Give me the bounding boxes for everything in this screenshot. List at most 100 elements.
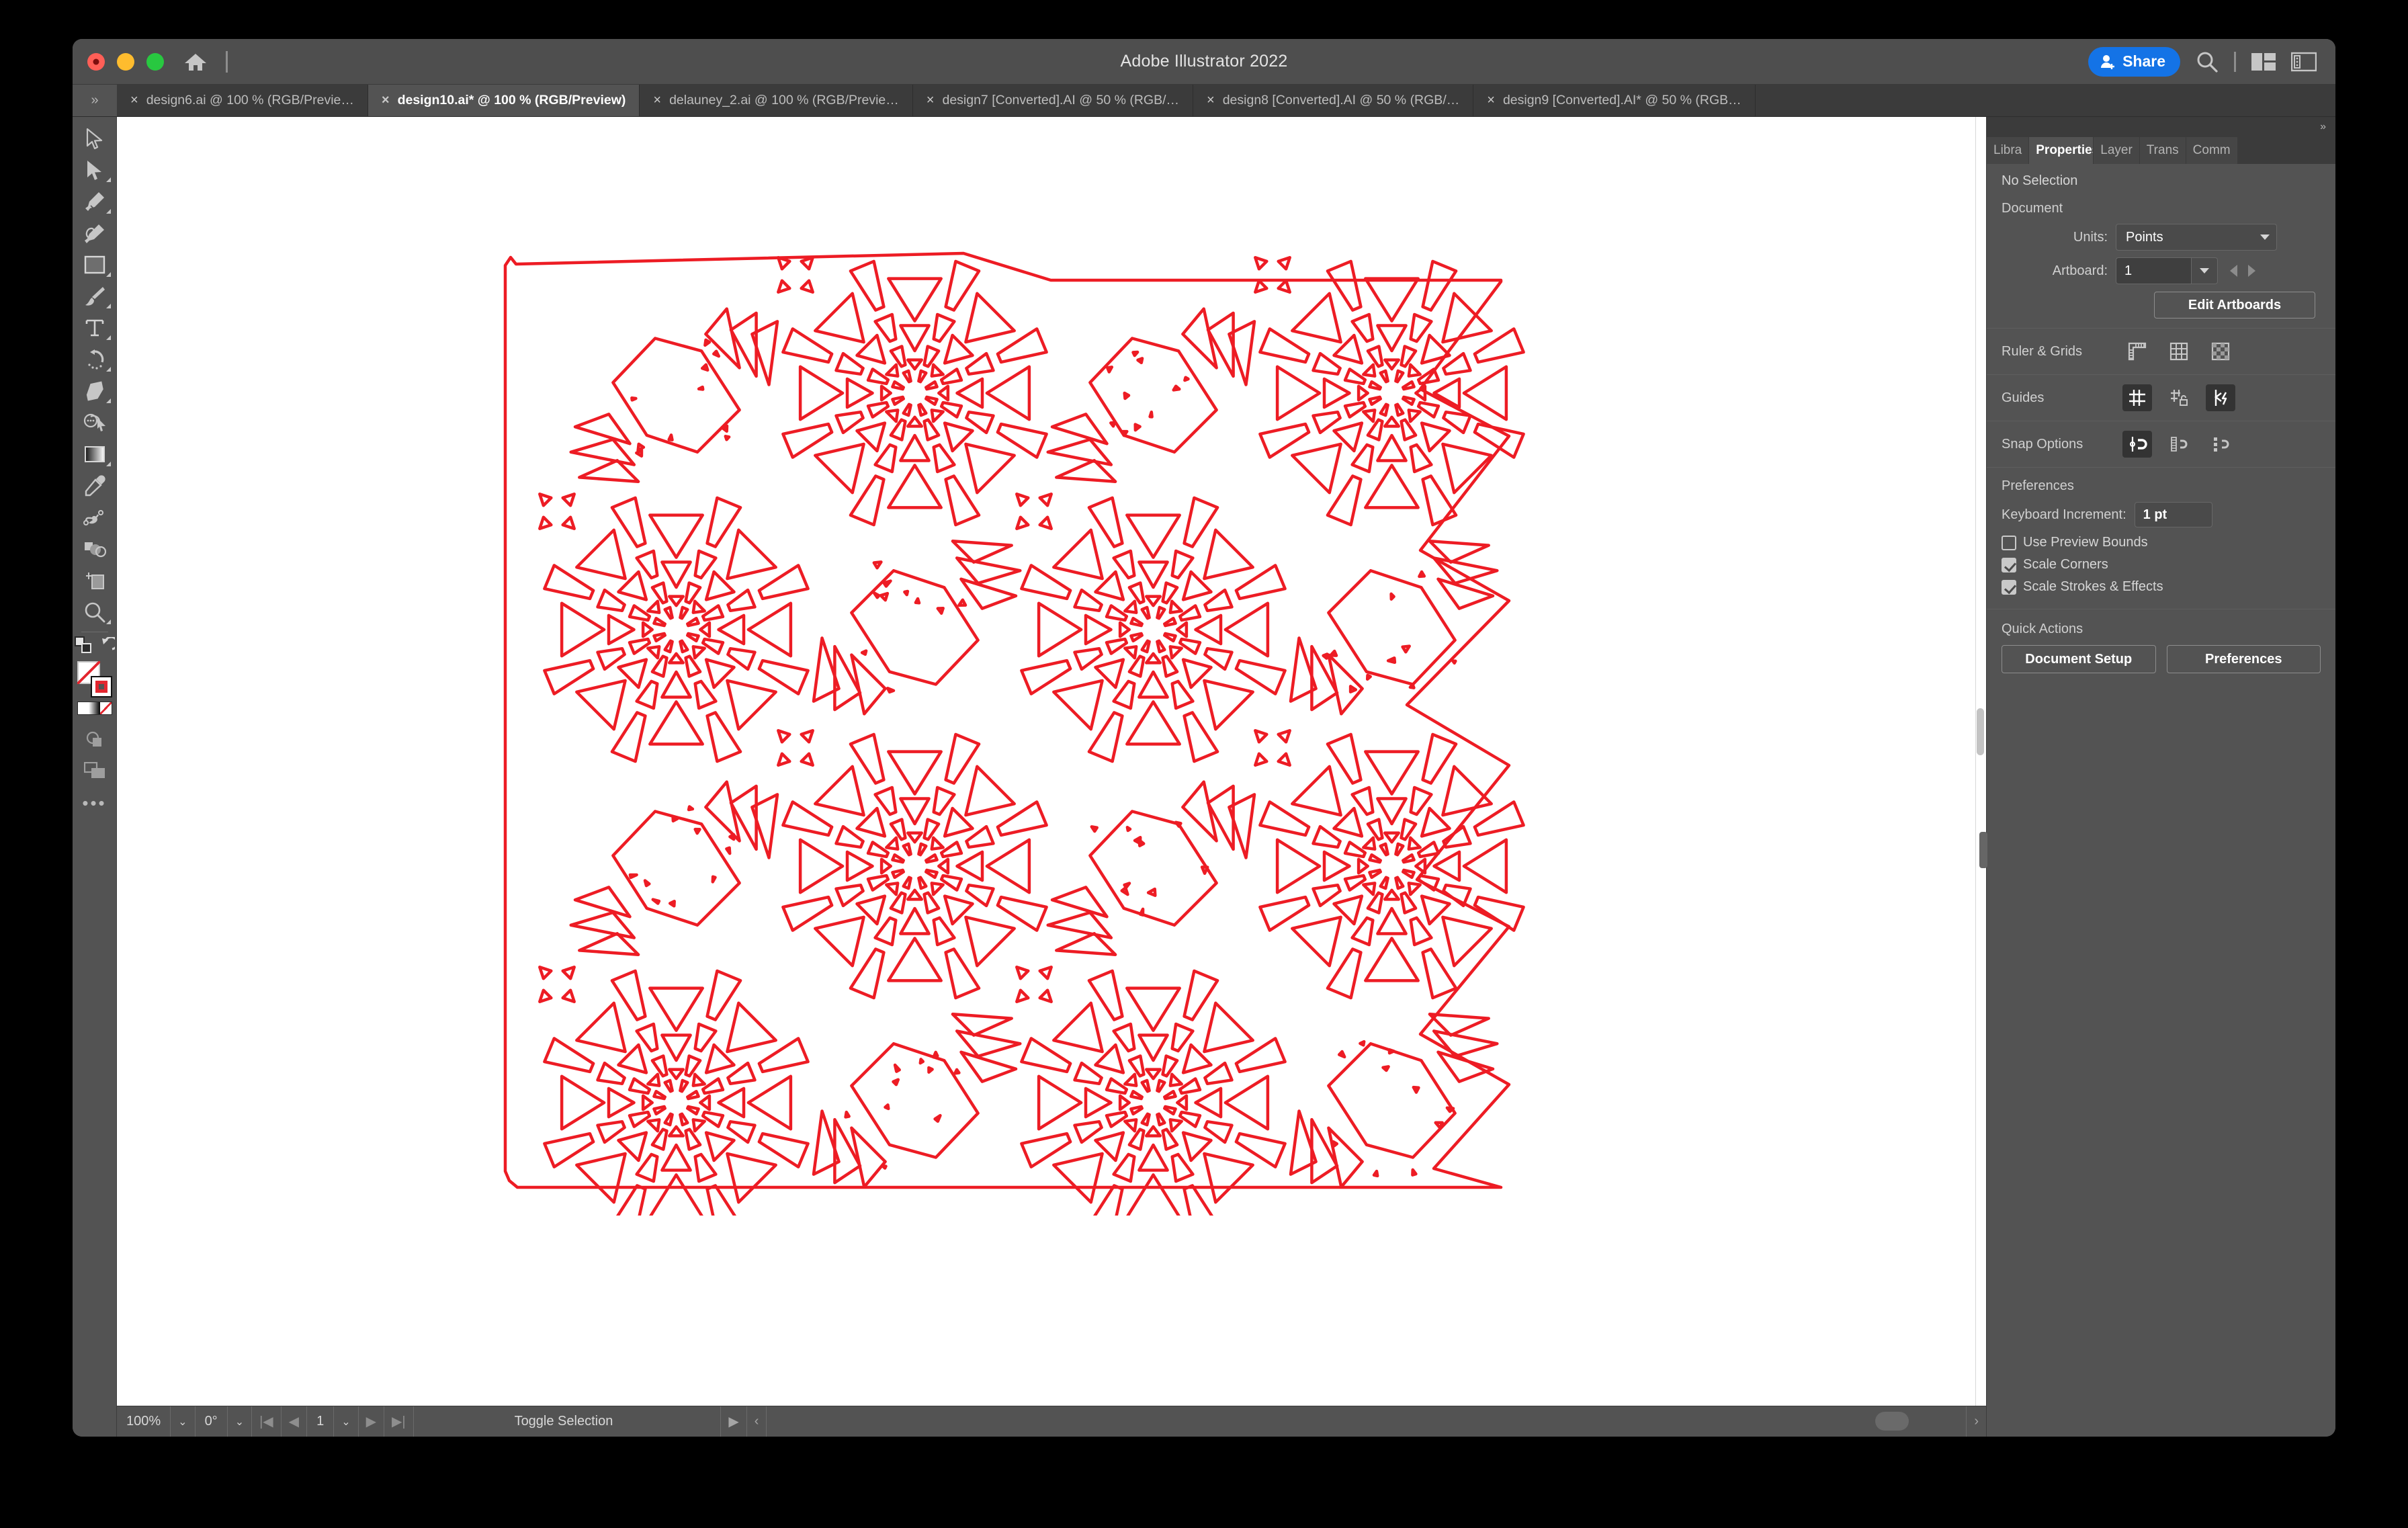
zoom-level[interactable]: 100% — [117, 1406, 171, 1437]
share-button[interactable]: Share — [2088, 46, 2180, 77]
tab-close-icon[interactable]: × — [130, 93, 138, 108]
panel-overflow-icon[interactable]: » — [1987, 117, 2335, 137]
show-grid-icon[interactable] — [2164, 338, 2194, 365]
panel-tab-1[interactable]: Properties — [2029, 137, 2094, 164]
scale-corners-row[interactable]: Scale Corners — [1987, 554, 2335, 576]
vertical-scrollbar[interactable] — [1975, 117, 1986, 1406]
draw-normal-icon[interactable] — [76, 723, 114, 755]
snap-to-pixel-icon[interactable] — [2206, 431, 2235, 458]
screen-mode-icon[interactable] — [76, 755, 114, 786]
rotation-dropdown[interactable]: ⌄ — [228, 1406, 253, 1437]
shape-builder-tool[interactable] — [76, 407, 114, 438]
blend-tool[interactable] — [76, 501, 114, 533]
scale-strokes-effects-checkbox[interactable] — [2002, 579, 2016, 595]
next-artboard-button[interactable] — [2248, 265, 2255, 277]
type-tool[interactable] — [76, 312, 114, 343]
artboard-input[interactable]: 1 — [2116, 257, 2191, 284]
tab-close-icon[interactable]: × — [382, 93, 390, 108]
swap-fill-stroke-icon[interactable] — [74, 636, 92, 657]
arrange-documents-icon[interactable] — [2251, 52, 2276, 72]
geometric-kaleidoscope-pattern[interactable] — [493, 235, 1541, 1216]
last-artboard-icon[interactable]: ▶| — [384, 1406, 414, 1437]
next-artboard-icon[interactable]: ▶ — [359, 1406, 384, 1437]
artboard-tool[interactable] — [76, 564, 114, 596]
show-guides-icon[interactable] — [2122, 384, 2152, 411]
pattern-path — [652, 1105, 666, 1116]
artboard-number[interactable]: 1 — [307, 1406, 335, 1437]
paintbrush-tool[interactable] — [76, 280, 114, 312]
document-tab-4[interactable]: × design8 [Converted].AI @ 50 % (RGB/… — [1193, 85, 1474, 116]
keyboard-increment-input[interactable]: 1 pt — [2134, 502, 2212, 527]
artboard-dropdown[interactable]: ⌄ — [334, 1406, 359, 1437]
symbol-sprayer-tool[interactable] — [76, 533, 114, 564]
stroke-swatch-red[interactable] — [90, 676, 112, 697]
document-tab-0[interactable]: × design6.ai @ 100 % (RGB/Previe… — [117, 85, 368, 116]
panel-tab-3[interactable]: Trans — [2139, 137, 2186, 164]
document-tab-1[interactable]: × design10.ai* @ 100 % (RGB/Preview) — [368, 85, 640, 116]
document-tab-3[interactable]: × design7 [Converted].AI @ 50 % (RGB/… — [912, 85, 1194, 116]
curvature-tool[interactable] — [76, 217, 114, 249]
scale-corners-checkbox[interactable] — [2002, 557, 2016, 572]
minimize-window-button[interactable] — [117, 52, 134, 71]
smart-guides-icon[interactable] — [2206, 384, 2235, 411]
pen-tool[interactable] — [76, 185, 114, 217]
document-tab-5[interactable]: × design9 [Converted].AI* @ 50 % (RGB… — [1473, 85, 1756, 116]
panel-resize-handle[interactable] — [1979, 832, 1987, 868]
selection-tool[interactable] — [76, 122, 114, 154]
snap-to-point-icon[interactable] — [2122, 431, 2152, 458]
scroll-right-icon[interactable]: › — [1966, 1406, 1986, 1437]
document-setup-button[interactable]: Document Setup — [2002, 645, 2156, 673]
search-icon[interactable] — [2195, 50, 2219, 74]
home-icon[interactable] — [184, 52, 207, 72]
gradient-swatch[interactable] — [89, 702, 100, 714]
first-artboard-icon[interactable]: |◀ — [252, 1406, 282, 1437]
panel-tab-0[interactable]: Libra — [1987, 137, 2030, 164]
edit-toolbar-ellipsis[interactable]: ••• — [82, 793, 106, 814]
use-preview-bounds-checkbox[interactable] — [2002, 535, 2016, 550]
none-swatch[interactable] — [99, 702, 112, 714]
tab-close-icon[interactable]: × — [1487, 93, 1495, 108]
play-icon[interactable]: ▶ — [720, 1406, 747, 1437]
workspace-switcher-icon[interactable] — [2290, 52, 2317, 72]
eyedropper-tool[interactable] — [76, 470, 114, 501]
show-transparency-grid-icon[interactable] — [2206, 338, 2235, 365]
artboard-canvas[interactable] — [117, 117, 1986, 1406]
close-window-button[interactable] — [87, 52, 105, 71]
previous-artboard-icon[interactable]: ◀ — [282, 1406, 308, 1437]
scale-strokes-effects-row[interactable]: Scale Strokes & Effects — [1987, 576, 2335, 598]
default-fill-stroke-icon[interactable] — [99, 636, 118, 656]
zoom-level-dropdown[interactable]: ⌄ — [171, 1406, 196, 1437]
horizontal-scrollbar[interactable] — [767, 1406, 1966, 1437]
tab-close-icon[interactable]: × — [653, 93, 661, 108]
direct-selection-tool[interactable] — [76, 154, 114, 185]
rotate-tool[interactable] — [76, 343, 114, 375]
lock-guides-icon[interactable] — [2164, 384, 2194, 411]
rotation-value[interactable]: 0° — [196, 1406, 228, 1437]
vertical-scrollbar-thumb[interactable] — [1977, 708, 1984, 755]
tabbar-overflow-icon[interactable]: » — [73, 85, 117, 116]
tab-close-icon[interactable]: × — [1207, 93, 1215, 108]
zoom-window-button[interactable] — [146, 52, 164, 71]
panel-tab-4[interactable]: Comm — [2186, 137, 2238, 164]
color-mode-swatches[interactable] — [77, 702, 112, 715]
eraser-tool[interactable] — [76, 375, 114, 407]
use-preview-bounds-row[interactable]: Use Preview Bounds — [1987, 532, 2335, 554]
color-swatch[interactable] — [77, 702, 89, 714]
snap-to-grid-icon[interactable] — [2164, 431, 2194, 458]
show-rulers-icon[interactable] — [2122, 338, 2152, 365]
units-select[interactable]: Points — [2116, 224, 2277, 251]
zoom-tool[interactable] — [76, 596, 114, 628]
panel-tab-2[interactable]: Layer — [2094, 137, 2140, 164]
artboard-dropdown-button[interactable] — [2191, 257, 2218, 284]
tab-close-icon[interactable]: × — [927, 93, 935, 108]
gradient-tool[interactable] — [76, 438, 114, 470]
previous-artboard-button[interactable] — [2230, 265, 2237, 277]
edit-artboards-button[interactable]: Edit Artboards — [2154, 292, 2315, 319]
horizontal-scrollbar-thumb[interactable] — [1875, 1412, 1909, 1431]
preferences-button[interactable]: Preferences — [2166, 645, 2321, 673]
rectangle-tool[interactable] — [76, 249, 114, 280]
fill-stroke-swatches[interactable] — [76, 660, 114, 697]
collapse-icon[interactable]: ‹ — [747, 1406, 767, 1437]
document-tab-2[interactable]: × delauney_2.ai @ 100 % (RGB/Previe… — [640, 85, 913, 116]
document-tabs: × design6.ai @ 100 % (RGB/Previe… × design1… — [117, 85, 2335, 116]
